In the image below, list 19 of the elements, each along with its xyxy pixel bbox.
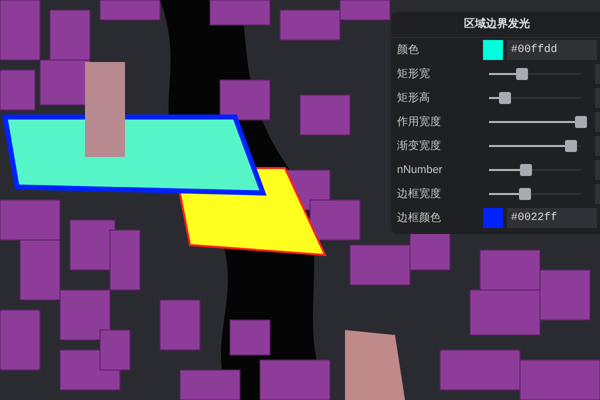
control-label: 边框颜色 [397,210,442,226]
slider-thumb[interactable] [520,164,532,176]
color-value-field[interactable]: #00ffdd [507,40,597,60]
control-label: 矩形宽 [397,66,431,82]
slider-thumb[interactable] [516,68,528,80]
color-swatch[interactable] [483,40,503,60]
slider-thumb[interactable] [564,140,577,152]
slider-thumb[interactable] [575,116,587,128]
control-label: nNumber [397,162,444,178]
slider-thumb[interactable] [498,92,511,104]
control-label: 边框宽度 [397,186,442,202]
control-label: 作用宽度 [397,114,442,130]
control-label: 颜色 [397,42,420,58]
slider-thumb[interactable] [518,188,531,200]
panel-title[interactable]: 区域边界发光 [391,12,600,38]
control-label: 渐变宽度 [397,138,442,154]
color-value-field[interactable]: #0022ff [507,208,597,228]
color-swatch[interactable] [483,208,503,228]
control-label: 矩形高 [397,90,431,106]
